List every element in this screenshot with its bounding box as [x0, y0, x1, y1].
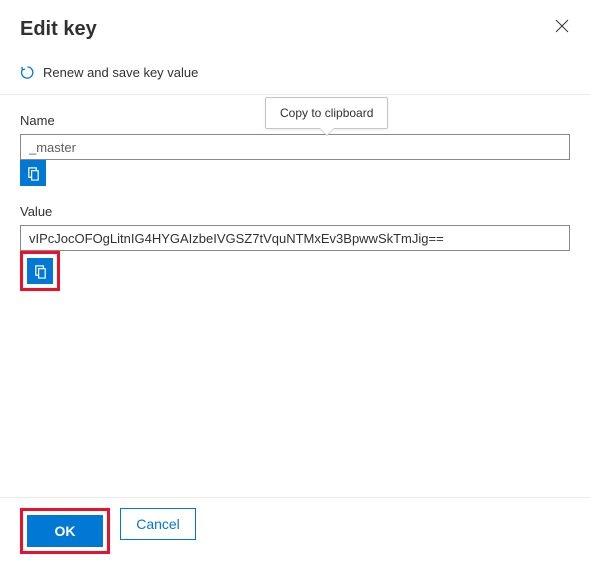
dialog-footer: OK Cancel	[0, 497, 590, 568]
cancel-button[interactable]: Cancel	[120, 508, 196, 540]
value-field-block: Value	[20, 204, 570, 291]
value-label: Value	[20, 204, 570, 219]
close-button[interactable]	[554, 18, 570, 34]
renew-button[interactable]: Renew and save key value	[43, 65, 198, 80]
copy-icon	[33, 264, 48, 279]
ok-button-highlight: OK	[20, 508, 110, 554]
value-input[interactable]	[20, 225, 570, 251]
form-area: Copy to clipboard Name Value	[0, 95, 590, 291]
toolbar: Renew and save key value	[0, 59, 590, 95]
name-input[interactable]	[20, 134, 570, 160]
copy-value-highlight	[20, 251, 60, 291]
ok-button[interactable]: OK	[27, 515, 103, 547]
copy-tooltip: Copy to clipboard	[265, 97, 388, 129]
close-icon	[555, 19, 569, 33]
copy-name-button[interactable]	[20, 160, 46, 186]
copy-value-button[interactable]	[27, 258, 53, 284]
name-field-block: Copy to clipboard Name	[20, 113, 570, 186]
dialog-header: Edit key	[0, 0, 590, 59]
copy-icon	[26, 166, 41, 181]
renew-icon	[20, 65, 35, 80]
dialog-title: Edit key	[20, 18, 97, 41]
